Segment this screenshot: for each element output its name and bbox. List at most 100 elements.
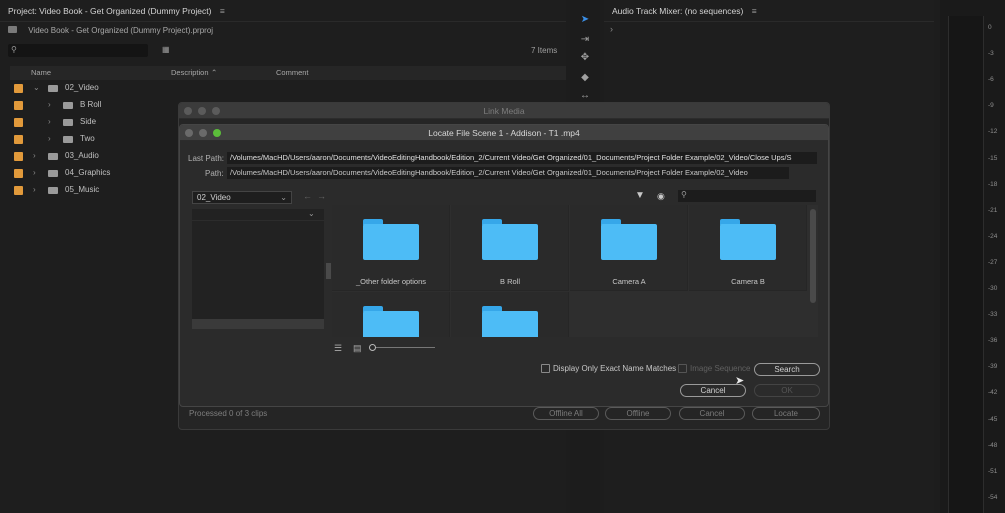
selection-tool-icon[interactable]: ➤ <box>578 14 592 28</box>
folder-icon <box>720 224 776 260</box>
db-scale-label: -9 <box>988 102 994 110</box>
project-panel-header[interactable]: Project: Video Book - Get Organized (Dum… <box>0 0 566 22</box>
project-file-name: Video Book - Get Organized (Dummy Projec… <box>28 26 214 35</box>
folder-icon <box>48 153 58 160</box>
exact-match-checkbox[interactable] <box>541 364 550 373</box>
folder-tree-pane[interactable]: ⌄ <box>192 209 331 329</box>
folder-icon <box>601 224 657 260</box>
chevron-right-icon[interactable]: › <box>33 151 36 160</box>
chevron-down-icon[interactable]: ⌄ <box>33 83 40 92</box>
chevron-right-icon[interactable]: › <box>33 168 36 177</box>
slider-handle[interactable] <box>369 344 376 351</box>
folder-icon <box>63 119 73 126</box>
chevron-down-icon[interactable]: ⌄ <box>308 209 315 218</box>
tree-header-row: ⌄ <box>192 209 324 221</box>
db-scale-label: -45 <box>988 415 998 423</box>
tree-row-b-roll[interactable]: › B Roll <box>10 97 185 114</box>
folder-tile[interactable]: _Other folder options <box>332 205 450 291</box>
new-bin-icon[interactable]: ▦ <box>162 45 170 54</box>
db-scale-label: -48 <box>988 441 998 449</box>
panel-menu-icon[interactable]: ≡ <box>752 0 757 22</box>
folder-icon <box>363 224 419 260</box>
panel-menu-icon[interactable]: ≡ <box>220 0 225 22</box>
tree-row-03-audio[interactable]: › 03_Audio <box>10 148 185 165</box>
db-scale-label: -12 <box>988 128 998 136</box>
chevron-right-icon[interactable]: › <box>48 117 51 126</box>
folder-tile[interactable]: Camera B <box>689 205 807 291</box>
search-button[interactable]: Search <box>754 363 820 376</box>
tree-label: Two <box>80 134 95 143</box>
db-scale-label: -54 <box>988 493 998 501</box>
db-scale-label: -3 <box>988 50 994 58</box>
view-visibility-icon[interactable]: ◉ <box>657 191 665 202</box>
folder-dropdown[interactable]: 02_Video ⌄ <box>192 191 292 204</box>
folder-icon <box>48 187 58 194</box>
db-scale-label: -33 <box>988 311 998 319</box>
locate-title: Locate File Scene 1 - Addison - T1 .mp4 <box>428 128 580 138</box>
column-name[interactable]: Name <box>31 68 51 77</box>
link-media-titlebar[interactable]: Link Media <box>179 103 829 119</box>
locate-file-dialog: Locate File Scene 1 - Addison - T1 .mp4 … <box>179 124 829 407</box>
folder-icon <box>63 136 73 143</box>
ok-button[interactable]: OK <box>754 384 820 397</box>
tree-row-04-graphics[interactable]: › 04_Graphics <box>10 165 185 182</box>
folder-tile[interactable]: B Roll <box>451 205 569 291</box>
db-scale-label: -24 <box>988 232 998 240</box>
chevron-right-icon[interactable]: › <box>48 100 51 109</box>
folder-label: _Other folder options <box>355 277 427 286</box>
path-field[interactable]: /Volumes/MacHD/Users/aaron/Documents/Vid… <box>227 167 789 179</box>
column-comment[interactable]: Comment <box>276 68 309 77</box>
db-scale-label: -21 <box>988 206 998 214</box>
grid-vertical-scrollbar[interactable] <box>810 209 816 303</box>
label-color-chip <box>14 186 23 195</box>
db-scale-label: -39 <box>988 363 998 371</box>
razor-tool-icon[interactable]: ◆ <box>578 72 592 86</box>
track-select-tool-icon[interactable]: ⇥ <box>578 34 592 48</box>
chevron-down-icon: ⌄ <box>280 193 287 202</box>
link-media-cancel-button[interactable]: Cancel <box>679 407 745 420</box>
folder-tile[interactable]: Camera A <box>570 205 688 291</box>
tree-row-two[interactable]: › Two <box>10 131 185 148</box>
tree-row-02-video[interactable]: ⌄ 02_Video <box>10 80 185 97</box>
tree-row-05-music[interactable]: › 05_Music <box>10 182 185 199</box>
sort-ascending-icon[interactable]: ⌃ <box>211 68 217 77</box>
locate-search-input[interactable]: ⚲ <box>678 190 816 202</box>
project-search-input[interactable]: ⚲ <box>8 44 148 57</box>
chevron-right-icon[interactable]: › <box>33 185 36 194</box>
back-arrow-icon[interactable]: ← <box>303 191 312 201</box>
image-sequence-checkbox[interactable] <box>678 364 687 373</box>
label-color-chip <box>14 84 23 93</box>
offline-all-button[interactable]: Offline All <box>533 407 599 420</box>
last-path-field[interactable]: /Volumes/MacHD/Users/aaron/Documents/Vid… <box>227 152 817 164</box>
locate-titlebar[interactable]: Locate File Scene 1 - Addison - T1 .mp4 <box>180 125 828 141</box>
locate-button[interactable]: Locate <box>752 407 820 420</box>
thumbnail-size-slider[interactable] <box>369 344 435 351</box>
image-sequence-label: Image Sequence <box>690 364 751 373</box>
tree-horizontal-scrollbar[interactable] <box>192 319 324 329</box>
tree-label: 02_Video <box>65 83 99 92</box>
forward-arrow-icon[interactable]: → <box>317 191 326 201</box>
list-view-icon[interactable]: ☰ <box>334 343 342 354</box>
label-color-chip <box>14 118 23 127</box>
folder-icon <box>63 102 73 109</box>
tree-row-side[interactable]: › Side <box>10 114 185 131</box>
tree-label: B Roll <box>80 100 102 109</box>
folder-icon <box>48 85 58 92</box>
folder-icon <box>482 311 538 337</box>
chevron-right-icon[interactable]: › <box>610 24 613 34</box>
item-count: 7 Items <box>531 46 558 55</box>
folder-tile[interactable] <box>332 292 450 337</box>
chevron-right-icon[interactable]: › <box>48 134 51 143</box>
icon-view-icon[interactable]: ▤ <box>353 343 362 354</box>
offline-button[interactable]: Offline <box>605 407 671 420</box>
project-title: Project: Video Book - Get Organized (Dum… <box>8 6 212 16</box>
folder-grid: _Other folder options B Roll Camera A Ca… <box>332 205 818 337</box>
column-description[interactable]: Description <box>171 68 209 77</box>
filter-icon[interactable]: ▼ <box>635 190 645 201</box>
mixer-title: Audio Track Mixer: (no sequences) <box>612 6 744 16</box>
folder-tile[interactable] <box>451 292 569 337</box>
label-color-chip <box>14 169 23 178</box>
ripple-edit-tool-icon[interactable]: ✥ <box>578 52 592 66</box>
mixer-panel-header[interactable]: Audio Track Mixer: (no sequences) ≡ <box>604 0 934 22</box>
tree-vertical-scrollbar[interactable] <box>326 263 331 279</box>
